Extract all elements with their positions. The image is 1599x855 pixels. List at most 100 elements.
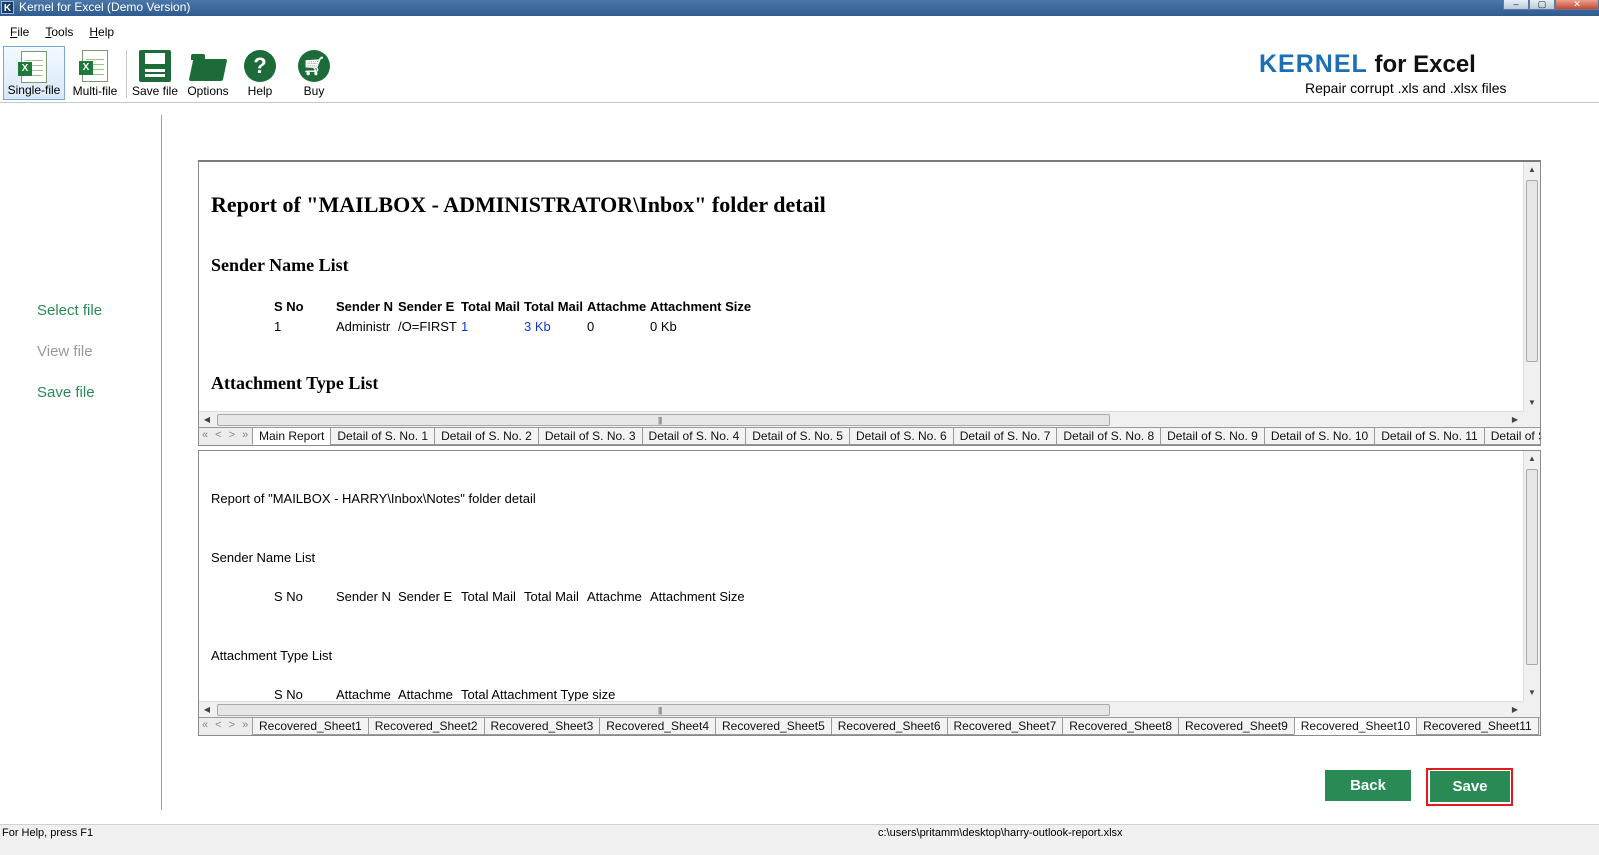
tab-detail[interactable]: Detail of S. No. 4	[641, 428, 747, 445]
menu-file[interactable]: File	[0, 22, 35, 42]
report-content-main: Report of "MAILBOX - ADMINISTRATOR\Inbox…	[199, 162, 1523, 411]
menu-help[interactable]: Help	[79, 22, 120, 42]
close-icon[interactable]: ✕	[1555, 0, 1599, 10]
menu-tools-label: ools	[51, 25, 74, 39]
scroll-up-icon[interactable]: ▲	[1524, 162, 1540, 178]
tab-detail[interactable]: Detail of S. N	[1483, 428, 1540, 445]
shopping-cart-icon: 🛒︎	[298, 50, 330, 82]
table-cell-link[interactable]: 3 Kb	[524, 319, 586, 334]
column-header: Sender N	[336, 299, 394, 314]
tab-detail[interactable]: Detail of S. No. 8	[1056, 428, 1162, 445]
tab-detail[interactable]: Detail of S. No. 7	[952, 428, 1058, 445]
excel-file-icon: X	[18, 51, 47, 83]
horizontal-scrollbar[interactable]: ◀ ||| ▶	[199, 411, 1523, 427]
table-cell: 0	[587, 319, 595, 334]
back-button[interactable]: Back	[1325, 770, 1411, 801]
attachment-type-heading: Attachment Type List	[211, 648, 333, 663]
scroll-thumb[interactable]: |||	[217, 704, 1110, 716]
scroll-thumb[interactable]	[1526, 469, 1538, 665]
maximize-icon[interactable]: ▢	[1529, 0, 1555, 10]
tab-detail[interactable]: Detail of S. No. 9	[1160, 428, 1265, 445]
tab-recovered-sheet[interactable]: Recovered_Sheet7	[946, 718, 1064, 735]
tab-recovered-sheet[interactable]: Recovered_Sheet1	[252, 718, 369, 735]
title-bar: K Kernel for Excel (Demo Version) – ▢ ✕	[0, 0, 1599, 16]
sheet-tabs-main: « < > » Main Report Detail of S. No. 1 D…	[199, 427, 1540, 445]
nav-view-file[interactable]: View file	[37, 343, 93, 360]
options-button[interactable]: Options	[184, 46, 232, 100]
attachment-type-heading: Attachment Type List	[211, 373, 379, 393]
tab-recovered-sheet[interactable]: Recovered_Sheet3	[483, 718, 601, 735]
tab-main-report[interactable]: Main Report	[252, 428, 332, 445]
scroll-left-icon[interactable]: ◀	[199, 412, 215, 428]
scroll-thumb[interactable]	[1526, 180, 1538, 362]
brand-kernel: KERNEL	[1259, 50, 1368, 78]
scroll-left-icon[interactable]: ◀	[199, 702, 215, 718]
horizontal-scrollbar[interactable]: ◀ ||| ▶	[199, 701, 1523, 717]
tab-detail[interactable]: Detail of S. No. 5	[745, 428, 850, 445]
brand-for-excel: for Excel	[1367, 51, 1476, 78]
table-cell: 1	[274, 319, 282, 334]
nav-save-file[interactable]: Save file	[37, 384, 95, 401]
column-header: Total Mail	[524, 589, 579, 604]
app-icon: K	[1, 1, 14, 14]
nav-select-file[interactable]: Select file	[37, 302, 102, 319]
scroll-right-icon[interactable]: ▶	[1507, 412, 1523, 428]
column-header: Attachme	[587, 299, 647, 314]
column-header: Sender E	[398, 589, 453, 604]
buy-button[interactable]: 🛒︎ Buy	[294, 46, 334, 100]
single-file-button[interactable]: X Single-file	[3, 46, 65, 100]
scroll-thumb[interactable]: |||	[217, 414, 1110, 426]
vertical-scrollbar[interactable]: ▲ ▼	[1523, 162, 1540, 411]
save-button[interactable]: Save	[1430, 771, 1510, 802]
folder-icon	[191, 54, 225, 82]
sheet-tabs-recovered: « < > » Recovered_Sheet1 Recovered_Sheet…	[199, 717, 1540, 735]
table-cell: /O=FIRST	[398, 319, 457, 334]
tab-navigation[interactable]: « < > »	[202, 719, 250, 731]
save-file-label: Save file	[131, 84, 179, 98]
nav-divider	[161, 115, 162, 810]
tab-recovered-sheet[interactable]: Recovered_Sheet2	[367, 718, 485, 735]
tab-recovered-sheet[interactable]: Recovered_Sheet8	[1062, 718, 1179, 735]
help-label: Help	[247, 84, 273, 98]
multi-file-label: Multi-file	[72, 84, 118, 98]
tab-detail[interactable]: Detail of S. No. 2	[434, 428, 539, 445]
brand-tagline: Repair corrupt .xls and .xlsx files	[1305, 80, 1507, 96]
save-file-button[interactable]: Save file	[130, 46, 180, 100]
scroll-right-icon[interactable]: ▶	[1507, 702, 1523, 718]
status-bar: For Help, press F1 c:\users\pritamm\desk…	[0, 824, 1599, 855]
help-button[interactable]: ? Help	[240, 46, 280, 100]
tab-recovered-sheet[interactable]: Recovered_Sheet6	[830, 718, 948, 735]
column-header: Total Mail	[461, 299, 520, 314]
toolbar-separator	[126, 50, 127, 98]
options-label: Options	[187, 84, 229, 98]
sender-list-heading: Sender Name List	[211, 550, 316, 565]
window-title: Kernel for Excel (Demo Version)	[19, 0, 191, 14]
excel-multi-file-icon: X	[79, 50, 108, 82]
tab-recovered-sheet[interactable]: Recovered_Sheet9	[1178, 718, 1295, 735]
tab-navigation[interactable]: « < > »	[202, 429, 250, 441]
vertical-scrollbar[interactable]: ▲ ▼	[1523, 451, 1540, 701]
tab-detail[interactable]: Detail of S. No. 10	[1263, 428, 1376, 445]
scroll-down-icon[interactable]: ▼	[1524, 685, 1540, 701]
tab-recovered-sheet-selected[interactable]: Recovered_Sheet10	[1293, 718, 1418, 735]
tab-recovered-sheet[interactable]: Recovered_Sheet4	[599, 718, 716, 735]
menu-tools[interactable]: Tools	[35, 22, 79, 42]
report-content-recovered: Report of "MAILBOX - HARRY\Inbox\Notes" …	[199, 451, 1523, 701]
column-header: Attachment Size	[650, 299, 752, 314]
tab-recovered-sheet[interactable]: Recovered_Sheet11	[1416, 718, 1539, 735]
table-cell-link[interactable]: 1	[461, 319, 523, 334]
tab-detail[interactable]: Detail of S. No. 1	[330, 428, 436, 445]
sender-list-heading: Sender Name List	[211, 255, 349, 275]
minimize-icon[interactable]: –	[1503, 0, 1529, 10]
column-header: Sender N	[336, 589, 391, 604]
tab-detail[interactable]: Detail of S. No. 3	[537, 428, 643, 445]
menu-bar: File Tools Help	[0, 22, 120, 42]
tab-detail[interactable]: Detail of S. No. 11	[1374, 428, 1485, 445]
tab-recovered-sheet[interactable]: Recovered_Sheet5	[715, 718, 832, 735]
scroll-corner	[1523, 701, 1540, 717]
multi-file-button[interactable]: X Multi-file	[67, 46, 123, 100]
scroll-down-icon[interactable]: ▼	[1524, 395, 1540, 411]
tab-detail[interactable]: Detail of S. No. 6	[848, 428, 954, 445]
scroll-up-icon[interactable]: ▲	[1524, 451, 1540, 467]
column-header: S No	[274, 299, 304, 314]
